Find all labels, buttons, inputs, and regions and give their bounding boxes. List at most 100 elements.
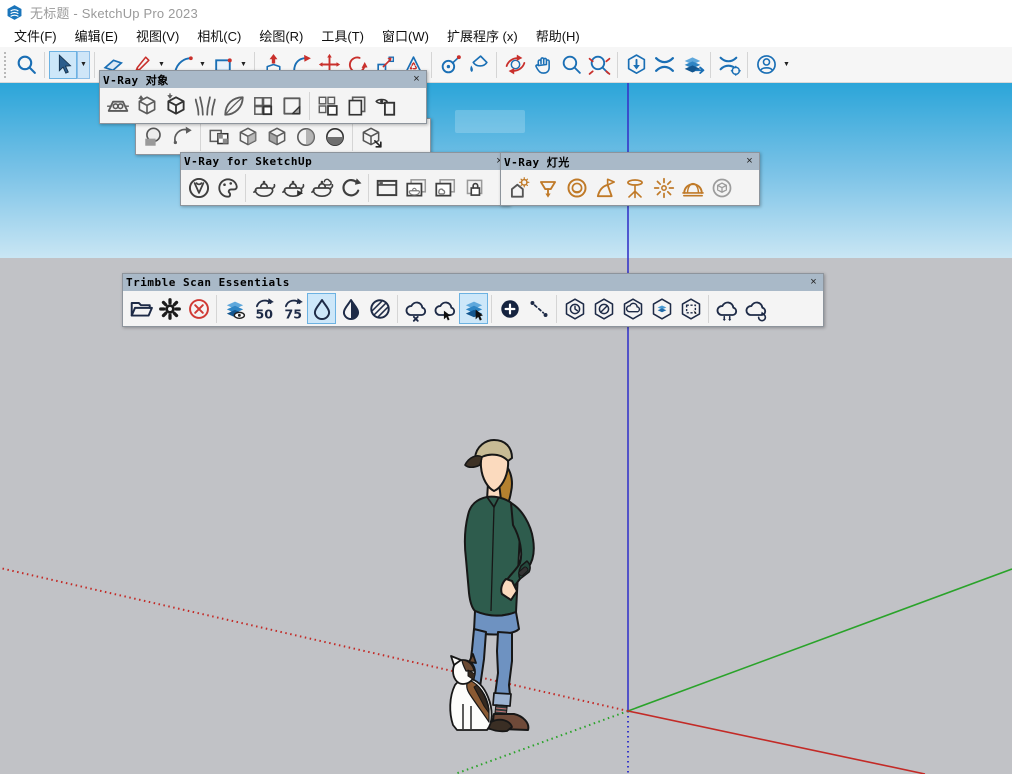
clipper-icon[interactable]	[219, 90, 248, 121]
toolbar-title: Trimble Scan Essentials	[126, 276, 807, 289]
add-point-icon[interactable]	[495, 293, 524, 324]
paint-bucket-icon[interactable]	[464, 51, 492, 79]
scatter-icon[interactable]	[313, 90, 342, 121]
cloud-import-icon[interactable]	[712, 293, 741, 324]
menu-edit[interactable]: 编辑(E)	[66, 24, 127, 47]
detach-scan-icon[interactable]	[184, 293, 213, 324]
menu-file[interactable]: 文件(F)	[5, 24, 66, 47]
eye-cube-icon[interactable]	[371, 90, 400, 121]
settings-gear-icon[interactable]	[155, 293, 184, 324]
infinite-plane-icon[interactable]	[103, 90, 132, 121]
extension-warehouse-icon[interactable]	[650, 51, 678, 79]
hatch-circle-icon[interactable]	[365, 293, 394, 324]
density-50-icon[interactable]: 50	[249, 293, 278, 324]
cloud-download-pick-icon[interactable]	[430, 293, 459, 324]
box-pick-icon[interactable]	[356, 121, 385, 152]
close-icon[interactable]: ×	[743, 155, 756, 168]
close-icon[interactable]: ×	[807, 276, 820, 289]
cube-check-icon[interactable]	[233, 121, 262, 152]
density-75-icon[interactable]: 75	[278, 293, 307, 324]
frame-buffer-icon[interactable]	[372, 172, 401, 203]
contrast-drop-icon[interactable]	[336, 293, 365, 324]
extension-manager-icon[interactable]	[715, 51, 743, 79]
toolbar-drag-handle[interactable]	[4, 52, 8, 78]
select-arrow-icon[interactable]	[49, 51, 77, 79]
toolbar-separator	[352, 123, 353, 151]
light-gen-icon[interactable]	[504, 172, 533, 203]
frames-pair-icon[interactable]	[342, 90, 371, 121]
render-icon[interactable]	[249, 172, 278, 203]
point-drop-icon[interactable]	[307, 293, 336, 324]
cloud-remove-icon[interactable]	[401, 293, 430, 324]
cloud-sync-icon[interactable]	[741, 293, 770, 324]
fur-icon[interactable]	[190, 90, 219, 121]
proxy-export-icon[interactable]	[132, 90, 161, 121]
pan-icon[interactable]	[529, 51, 557, 79]
asset-palette-icon[interactable]	[213, 172, 242, 203]
sphere-check-icon[interactable]	[291, 121, 320, 152]
tape-measure-icon[interactable]	[436, 51, 464, 79]
close-icon[interactable]: ×	[410, 73, 423, 86]
menu-view[interactable]: 视图(V)	[127, 24, 188, 47]
zoom-icon[interactable]	[557, 51, 585, 79]
svg-text:50: 50	[255, 306, 273, 321]
cube-check2-icon[interactable]	[262, 121, 291, 152]
open-folder-icon[interactable]	[126, 293, 155, 324]
toolbar-separator	[496, 52, 497, 78]
menu-camera[interactable]: 相机(C)	[188, 24, 250, 47]
scan-pick-icon[interactable]	[459, 293, 488, 324]
hex-region-icon[interactable]	[676, 293, 705, 324]
scan-visibility-icon[interactable]	[220, 293, 249, 324]
frame-lock-icon[interactable]	[459, 172, 488, 203]
toolbar-separator	[94, 52, 95, 78]
frame-render-icon[interactable]	[401, 172, 430, 203]
sphere-light-icon[interactable]	[562, 172, 591, 203]
proxy-import-icon[interactable]	[161, 90, 190, 121]
measure-points-icon[interactable]	[524, 293, 553, 324]
rect-light-icon[interactable]	[533, 172, 562, 203]
orbit-icon[interactable]	[501, 51, 529, 79]
share-model-icon[interactable]	[678, 51, 706, 79]
ies-light-icon[interactable]	[620, 172, 649, 203]
render-cloud-icon[interactable]	[307, 172, 336, 203]
menu-extensions[interactable]: 扩展程序 (x)	[438, 24, 527, 47]
enmesh-icon[interactable]	[248, 90, 277, 121]
interactive-render-icon[interactable]	[336, 172, 365, 203]
spot-light-icon[interactable]	[591, 172, 620, 203]
toolbar-title: V-Ray for SketchUp	[184, 155, 493, 168]
toolbar-separator	[431, 52, 432, 78]
dome-light-icon[interactable]	[678, 172, 707, 203]
omni-light-icon[interactable]	[649, 172, 678, 203]
account-icon[interactable]	[752, 51, 780, 79]
uv-arc-icon[interactable]	[168, 121, 197, 152]
render-last-icon[interactable]	[278, 172, 307, 203]
hex-cloud-icon[interactable]	[618, 293, 647, 324]
zoom-extents-icon[interactable]	[585, 51, 613, 79]
search-icon[interactable]	[12, 51, 40, 79]
toolbar-trimble-scan-titlebar[interactable]: Trimble Scan Essentials×	[123, 274, 823, 291]
mat-sphere-icon[interactable]	[139, 121, 168, 152]
select-arrow-dropdown[interactable]: ▼	[77, 51, 90, 79]
hex-scan-icon[interactable]	[647, 293, 676, 324]
toolbar-vray-objects-titlebar[interactable]: V-Ray 对象×	[100, 71, 426, 88]
menu-draw[interactable]: 绘图(R)	[250, 24, 312, 47]
hex-disable-icon[interactable]	[589, 293, 618, 324]
sphere-half-icon[interactable]	[320, 121, 349, 152]
svg-text:75: 75	[284, 306, 301, 321]
mesh-light-icon[interactable]	[707, 172, 736, 203]
box-check-icon[interactable]	[204, 121, 233, 152]
menu-help[interactable]: 帮助(H)	[527, 24, 589, 47]
toolbar-vray-objects-icons	[100, 88, 426, 123]
account-dropdown[interactable]: ▼	[780, 51, 793, 79]
menu-window[interactable]: 窗口(W)	[373, 24, 438, 47]
toolbar-vray-lights-titlebar[interactable]: V-Ray 灯光×	[501, 153, 759, 170]
person-figure[interactable]	[441, 433, 549, 735]
hex-history-icon[interactable]	[560, 293, 589, 324]
toolbar-vray-main-titlebar[interactable]: V-Ray for SketchUp×	[181, 153, 509, 170]
sketchup-logo-icon	[6, 4, 23, 21]
menu-tools[interactable]: 工具(T)	[312, 24, 373, 47]
vray-logo-icon[interactable]	[184, 172, 213, 203]
decal-icon[interactable]	[277, 90, 306, 121]
warehouse-3d-icon[interactable]	[622, 51, 650, 79]
frame-image-icon[interactable]	[430, 172, 459, 203]
